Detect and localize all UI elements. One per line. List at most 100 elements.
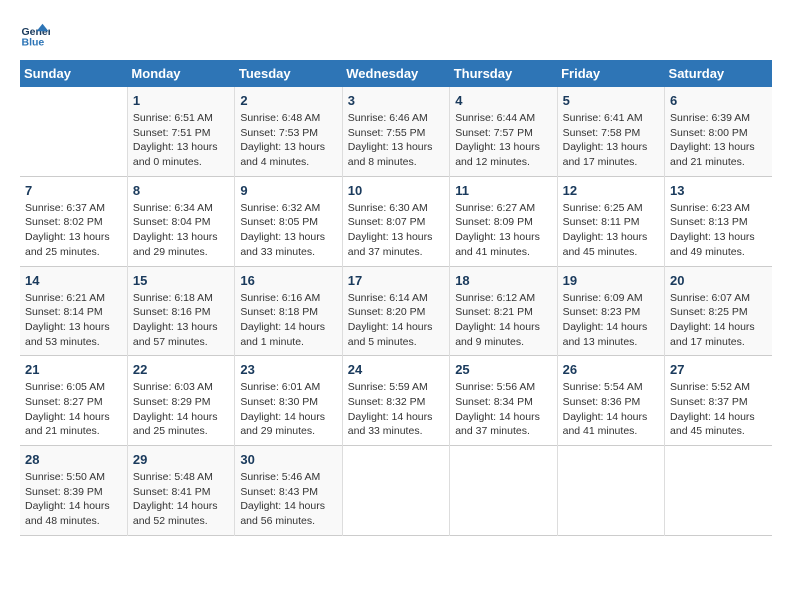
week-row-2: 7 Sunrise: 6:37 AM Sunset: 8:02 PM Daylig… [20, 176, 772, 266]
day-number: 10 [348, 183, 444, 198]
day-number: 19 [563, 273, 659, 288]
calendar-cell: 22 Sunrise: 6:03 AM Sunset: 8:29 PM Dayli… [127, 356, 234, 446]
week-row-3: 14Sunrise: 6:21 AM Sunset: 8:14 PM Dayli… [20, 266, 772, 356]
calendar-cell: 29 Sunrise: 5:48 AM Sunset: 8:41 PM Dayli… [127, 446, 234, 536]
calendar-cell [450, 446, 557, 536]
calendar-cell: 23 Sunrise: 6:01 AM Sunset: 8:30 PM Dayli… [235, 356, 342, 446]
day-info: Sunrise: 6:41 AM Sunset: 7:58 PM Dayligh… [563, 111, 659, 170]
day-number: 24 [348, 362, 444, 377]
day-number: 13 [670, 183, 767, 198]
calendar-cell: 21 Sunrise: 6:05 AM Sunset: 8:27 PM Dayli… [20, 356, 127, 446]
weekday-header-monday: Monday [127, 60, 234, 87]
day-info: Sunrise: 5:50 AM Sunset: 8:39 PM Dayligh… [25, 470, 122, 529]
calendar-cell: 28 Sunrise: 5:50 AM Sunset: 8:39 PM Dayli… [20, 446, 127, 536]
calendar-cell: 8 Sunrise: 6:34 AM Sunset: 8:04 PM Daylig… [127, 176, 234, 266]
day-number: 29 [133, 452, 229, 467]
day-info: Sunrise: 5:48 AM Sunset: 8:41 PM Dayligh… [133, 470, 229, 529]
day-number: 5 [563, 93, 659, 108]
day-info: Sunrise: 6:14 AM Sunset: 8:20 PM Dayligh… [348, 291, 444, 350]
calendar-cell: 25 Sunrise: 5:56 AM Sunset: 8:34 PM Dayli… [450, 356, 557, 446]
calendar-cell: 27Sunrise: 5:52 AM Sunset: 8:37 PM Dayli… [665, 356, 772, 446]
day-info: Sunrise: 5:56 AM Sunset: 8:34 PM Dayligh… [455, 380, 551, 439]
day-number: 16 [240, 273, 336, 288]
weekday-header-friday: Friday [557, 60, 664, 87]
calendar-cell [342, 446, 449, 536]
calendar-cell: 16 Sunrise: 6:16 AM Sunset: 8:18 PM Dayli… [235, 266, 342, 356]
calendar-cell [20, 87, 127, 176]
day-number: 23 [240, 362, 336, 377]
day-number: 7 [25, 183, 122, 198]
day-info: Sunrise: 6:30 AM Sunset: 8:07 PM Dayligh… [348, 201, 444, 260]
day-info: Sunrise: 6:27 AM Sunset: 8:09 PM Dayligh… [455, 201, 551, 260]
weekday-header-thursday: Thursday [450, 60, 557, 87]
day-number: 25 [455, 362, 551, 377]
calendar-cell: 15 Sunrise: 6:18 AM Sunset: 8:16 PM Dayli… [127, 266, 234, 356]
day-info: Sunrise: 6:21 AM Sunset: 8:14 PM Dayligh… [25, 291, 122, 350]
calendar-cell: 11 Sunrise: 6:27 AM Sunset: 8:09 PM Dayli… [450, 176, 557, 266]
weekday-header-tuesday: Tuesday [235, 60, 342, 87]
day-info: Sunrise: 5:59 AM Sunset: 8:32 PM Dayligh… [348, 380, 444, 439]
weekday-header-sunday: Sunday [20, 60, 127, 87]
week-row-5: 28 Sunrise: 5:50 AM Sunset: 8:39 PM Dayli… [20, 446, 772, 536]
week-row-4: 21 Sunrise: 6:05 AM Sunset: 8:27 PM Dayli… [20, 356, 772, 446]
day-info: Sunrise: 6:39 AM Sunset: 8:00 PM Dayligh… [670, 111, 767, 170]
calendar-cell: 1Sunrise: 6:51 AM Sunset: 7:51 PM Daylig… [127, 87, 234, 176]
day-number: 8 [133, 183, 229, 198]
day-number: 17 [348, 273, 444, 288]
day-number: 21 [25, 362, 122, 377]
day-number: 28 [25, 452, 122, 467]
day-info: Sunrise: 5:46 AM Sunset: 8:43 PM Dayligh… [240, 470, 336, 529]
day-info: Sunrise: 5:54 AM Sunset: 8:36 PM Dayligh… [563, 380, 659, 439]
calendar-cell: 30 Sunrise: 5:46 AM Sunset: 8:43 PM Dayli… [235, 446, 342, 536]
day-number: 3 [348, 93, 444, 108]
day-info: Sunrise: 6:44 AM Sunset: 7:57 PM Dayligh… [455, 111, 551, 170]
day-info: Sunrise: 6:51 AM Sunset: 7:51 PM Dayligh… [133, 111, 229, 170]
calendar-cell: 9Sunrise: 6:32 AM Sunset: 8:05 PM Daylig… [235, 176, 342, 266]
calendar-table: SundayMondayTuesdayWednesdayThursdayFrid… [20, 60, 772, 536]
day-info: Sunrise: 6:25 AM Sunset: 8:11 PM Dayligh… [563, 201, 659, 260]
day-number: 22 [133, 362, 229, 377]
day-number: 11 [455, 183, 551, 198]
day-number: 6 [670, 93, 767, 108]
calendar-cell [557, 446, 664, 536]
calendar-cell: 5 Sunrise: 6:41 AM Sunset: 7:58 PM Daylig… [557, 87, 664, 176]
week-row-1: 1Sunrise: 6:51 AM Sunset: 7:51 PM Daylig… [20, 87, 772, 176]
calendar-cell: 6 Sunrise: 6:39 AM Sunset: 8:00 PM Daylig… [665, 87, 772, 176]
calendar-cell: 7 Sunrise: 6:37 AM Sunset: 8:02 PM Daylig… [20, 176, 127, 266]
calendar-cell: 4 Sunrise: 6:44 AM Sunset: 7:57 PM Daylig… [450, 87, 557, 176]
calendar-cell: 17 Sunrise: 6:14 AM Sunset: 8:20 PM Dayli… [342, 266, 449, 356]
day-number: 26 [563, 362, 659, 377]
calendar-cell: 10 Sunrise: 6:30 AM Sunset: 8:07 PM Dayli… [342, 176, 449, 266]
day-info: Sunrise: 6:03 AM Sunset: 8:29 PM Dayligh… [133, 380, 229, 439]
calendar-cell: 3 Sunrise: 6:46 AM Sunset: 7:55 PM Daylig… [342, 87, 449, 176]
day-info: Sunrise: 6:23 AM Sunset: 8:13 PM Dayligh… [670, 201, 767, 260]
day-info: Sunrise: 6:05 AM Sunset: 8:27 PM Dayligh… [25, 380, 122, 439]
day-number: 30 [240, 452, 336, 467]
day-info: Sunrise: 5:52 AM Sunset: 8:37 PM Dayligh… [670, 380, 767, 439]
calendar-cell: 24 Sunrise: 5:59 AM Sunset: 8:32 PM Dayli… [342, 356, 449, 446]
day-info: Sunrise: 6:46 AM Sunset: 7:55 PM Dayligh… [348, 111, 444, 170]
day-number: 15 [133, 273, 229, 288]
weekday-header-wednesday: Wednesday [342, 60, 449, 87]
day-info: Sunrise: 6:34 AM Sunset: 8:04 PM Dayligh… [133, 201, 229, 260]
weekday-header-row: SundayMondayTuesdayWednesdayThursdayFrid… [20, 60, 772, 87]
day-info: Sunrise: 6:07 AM Sunset: 8:25 PM Dayligh… [670, 291, 767, 350]
day-info: Sunrise: 6:18 AM Sunset: 8:16 PM Dayligh… [133, 291, 229, 350]
day-info: Sunrise: 6:37 AM Sunset: 8:02 PM Dayligh… [25, 201, 122, 260]
day-number: 4 [455, 93, 551, 108]
day-number: 20 [670, 273, 767, 288]
day-number: 9 [240, 183, 336, 198]
calendar-cell: 19Sunrise: 6:09 AM Sunset: 8:23 PM Dayli… [557, 266, 664, 356]
day-info: Sunrise: 6:01 AM Sunset: 8:30 PM Dayligh… [240, 380, 336, 439]
day-info: Sunrise: 6:16 AM Sunset: 8:18 PM Dayligh… [240, 291, 336, 350]
day-number: 2 [240, 93, 336, 108]
calendar-cell: 12Sunrise: 6:25 AM Sunset: 8:11 PM Dayli… [557, 176, 664, 266]
calendar-cell: 20 Sunrise: 6:07 AM Sunset: 8:25 PM Dayli… [665, 266, 772, 356]
calendar-cell: 13 Sunrise: 6:23 AM Sunset: 8:13 PM Dayli… [665, 176, 772, 266]
day-info: Sunrise: 6:48 AM Sunset: 7:53 PM Dayligh… [240, 111, 336, 170]
calendar-cell: 14Sunrise: 6:21 AM Sunset: 8:14 PM Dayli… [20, 266, 127, 356]
calendar-cell: 18Sunrise: 6:12 AM Sunset: 8:21 PM Dayli… [450, 266, 557, 356]
calendar-cell: 2 Sunrise: 6:48 AM Sunset: 7:53 PM Daylig… [235, 87, 342, 176]
svg-text:Blue: Blue [22, 37, 45, 49]
day-info: Sunrise: 6:12 AM Sunset: 8:21 PM Dayligh… [455, 291, 551, 350]
